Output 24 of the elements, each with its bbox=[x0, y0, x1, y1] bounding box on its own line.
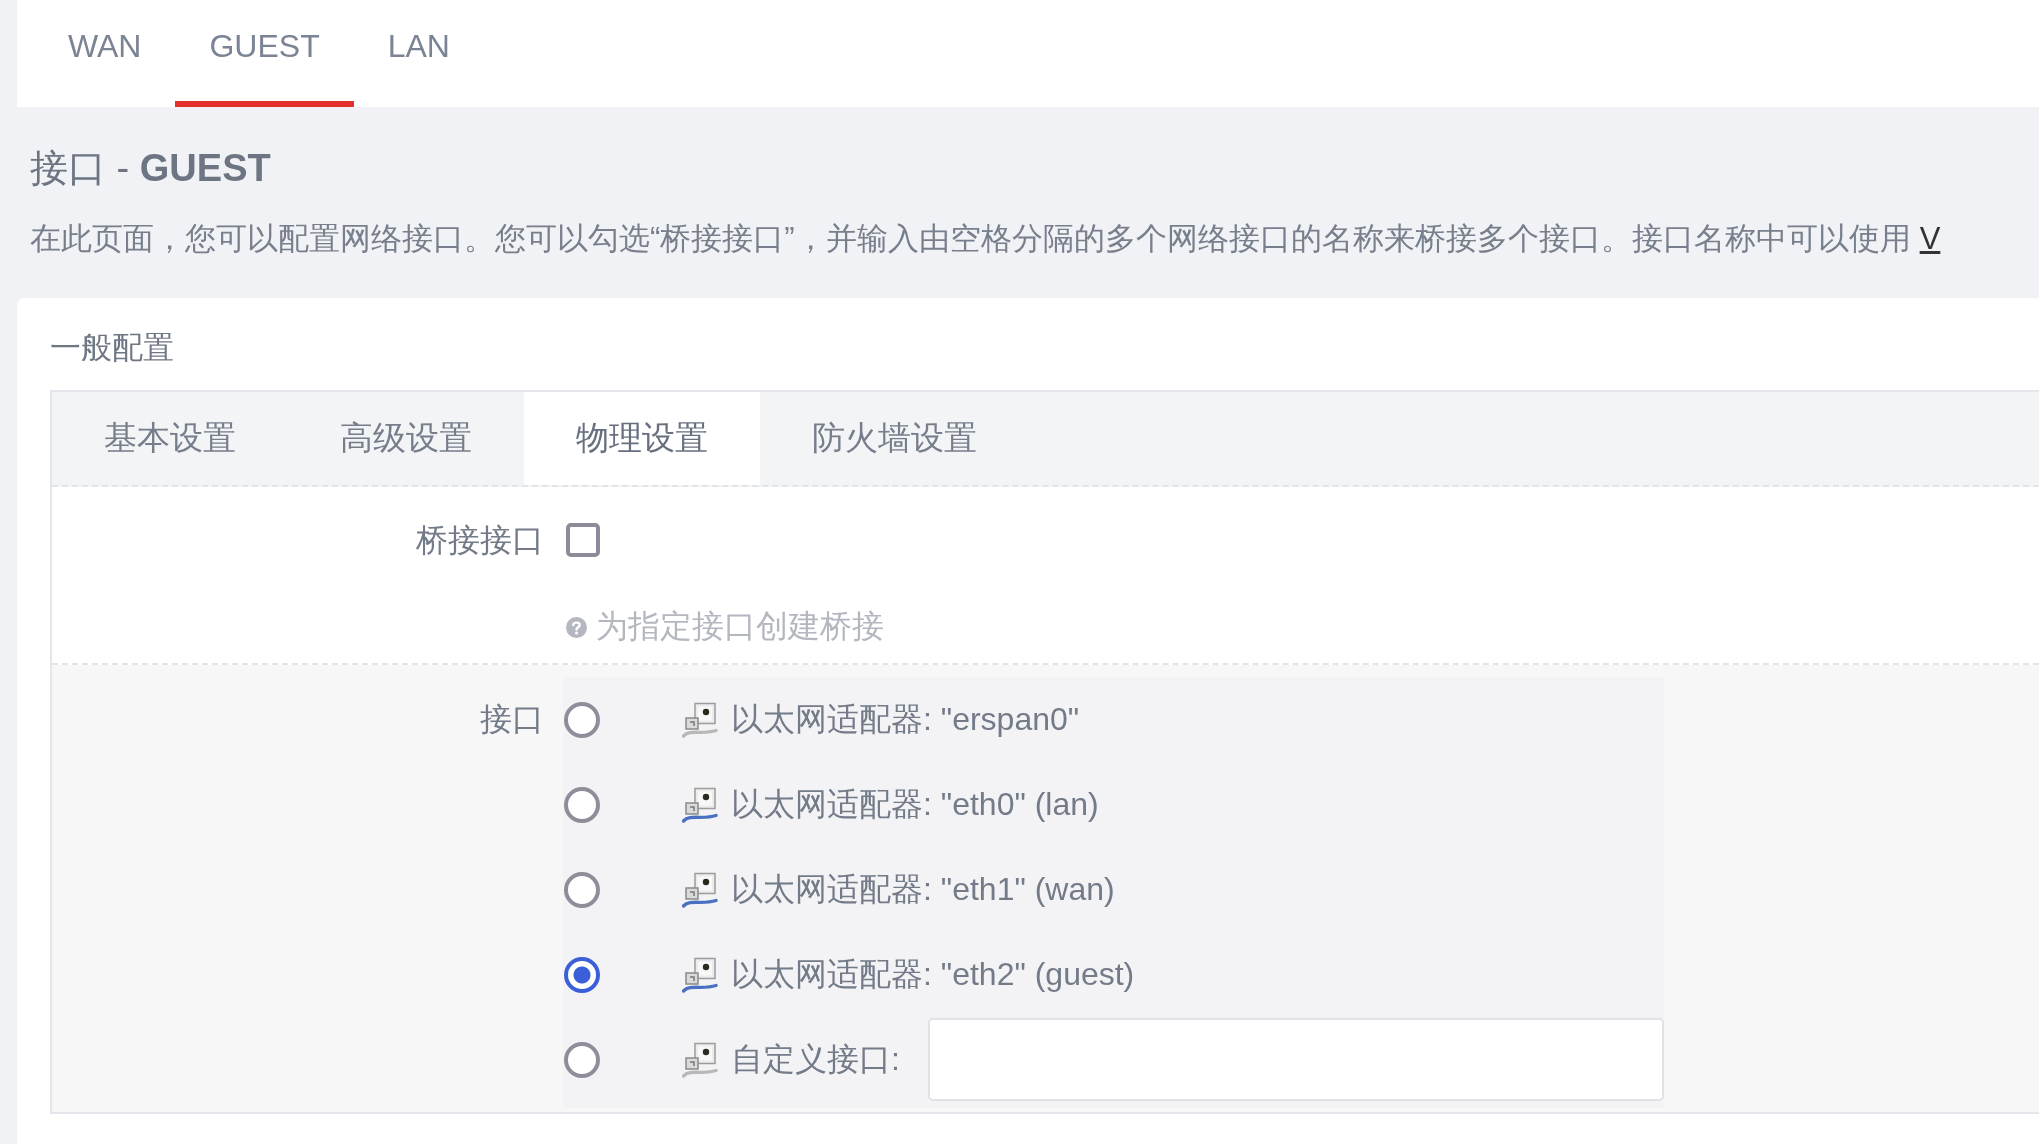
option-label: 以太网适配器: "erspan0" bbox=[731, 699, 1080, 739]
section-title: 一般配置 bbox=[50, 329, 175, 367]
page-title: 接口 - GUEST bbox=[30, 146, 272, 191]
settings-tab[interactable]: 物理设置 bbox=[524, 392, 760, 485]
radio-button[interactable] bbox=[564, 1041, 600, 1078]
option-label: 以太网适配器: "eth2" (guest) bbox=[731, 954, 1135, 994]
field-label: 桥接接口 bbox=[415, 521, 544, 560]
option-label: 以太网适配器: "eth0" (lan) bbox=[731, 784, 1099, 824]
radio-button[interactable] bbox=[564, 871, 600, 908]
description-link[interactable]: V bbox=[1919, 221, 1941, 256]
field-label: 接口 bbox=[479, 700, 544, 739]
interface-tab[interactable]: WAN bbox=[34, 0, 176, 107]
interface-tab[interactable]: GUEST bbox=[175, 0, 354, 107]
help-text: 为指定接口创建桥接 bbox=[596, 607, 884, 646]
interface-tab[interactable]: LAN bbox=[353, 0, 484, 107]
option-label: 自定义接口: bbox=[731, 1039, 900, 1079]
option-label: 以太网适配器: "eth1" (wan) bbox=[731, 869, 1115, 909]
radio-button[interactable] bbox=[564, 786, 600, 823]
help-icon bbox=[566, 616, 587, 638]
custom-interface-input[interactable] bbox=[927, 1018, 1664, 1101]
checkbox[interactable] bbox=[566, 523, 600, 557]
radio-button[interactable] bbox=[564, 956, 600, 993]
page-description: 在此页面，您可以配置网络接口。您可以勾选“桥接接口”，并输入由空格分隔的多个网络接口的名称来桥接多个接口。接口名称中可以使用 V bbox=[30, 220, 1942, 258]
radio-button[interactable] bbox=[564, 701, 600, 738]
